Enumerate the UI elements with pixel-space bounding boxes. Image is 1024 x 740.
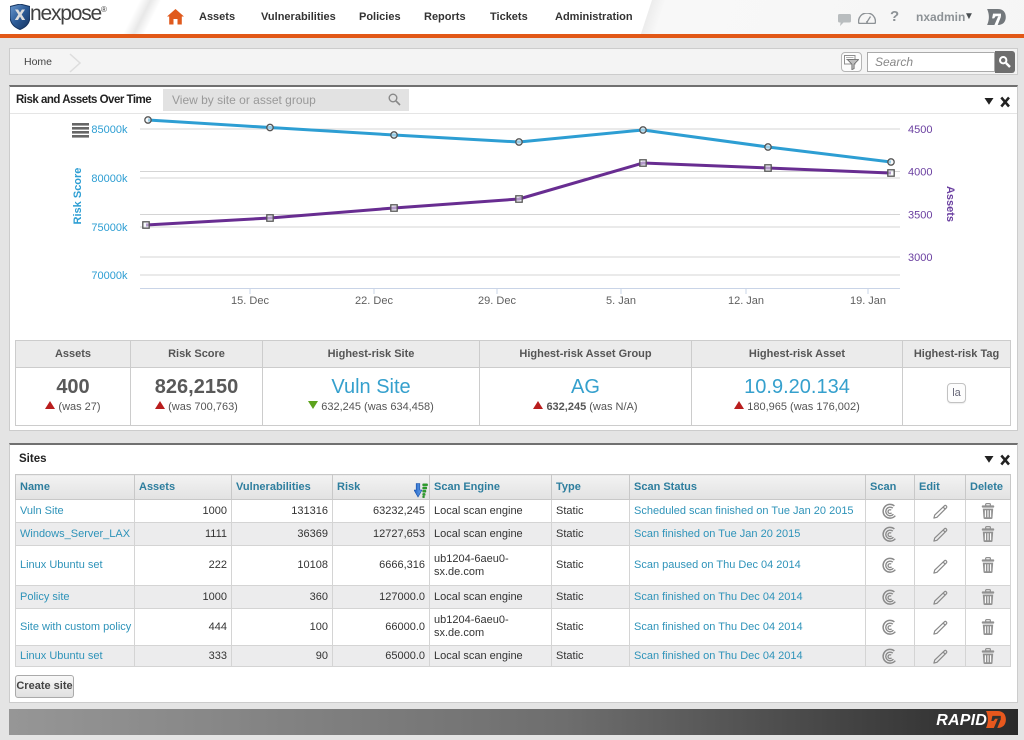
svg-text:3500: 3500 <box>908 210 932 222</box>
svg-text:70000k: 70000k <box>91 270 128 282</box>
svg-text:5. Jan: 5. Jan <box>606 295 636 307</box>
svg-text:22. Dec: 22. Dec <box>355 295 393 307</box>
svg-text:85000k: 85000k <box>91 124 128 136</box>
svg-text:29. Dec: 29. Dec <box>478 295 516 307</box>
svg-text:12. Jan: 12. Jan <box>728 295 764 307</box>
svg-text:Risk Score: Risk Score <box>72 168 84 225</box>
svg-text:Assets: Assets <box>944 186 956 222</box>
svg-text:75000k: 75000k <box>91 222 128 234</box>
svg-text:19. Jan: 19. Jan <box>850 295 886 307</box>
svg-text:4000: 4000 <box>908 167 932 179</box>
svg-text:3000: 3000 <box>908 252 932 264</box>
svg-text:80000k: 80000k <box>91 173 128 185</box>
svg-text:4500: 4500 <box>908 124 932 136</box>
svg-text:15. Dec: 15. Dec <box>231 295 269 307</box>
